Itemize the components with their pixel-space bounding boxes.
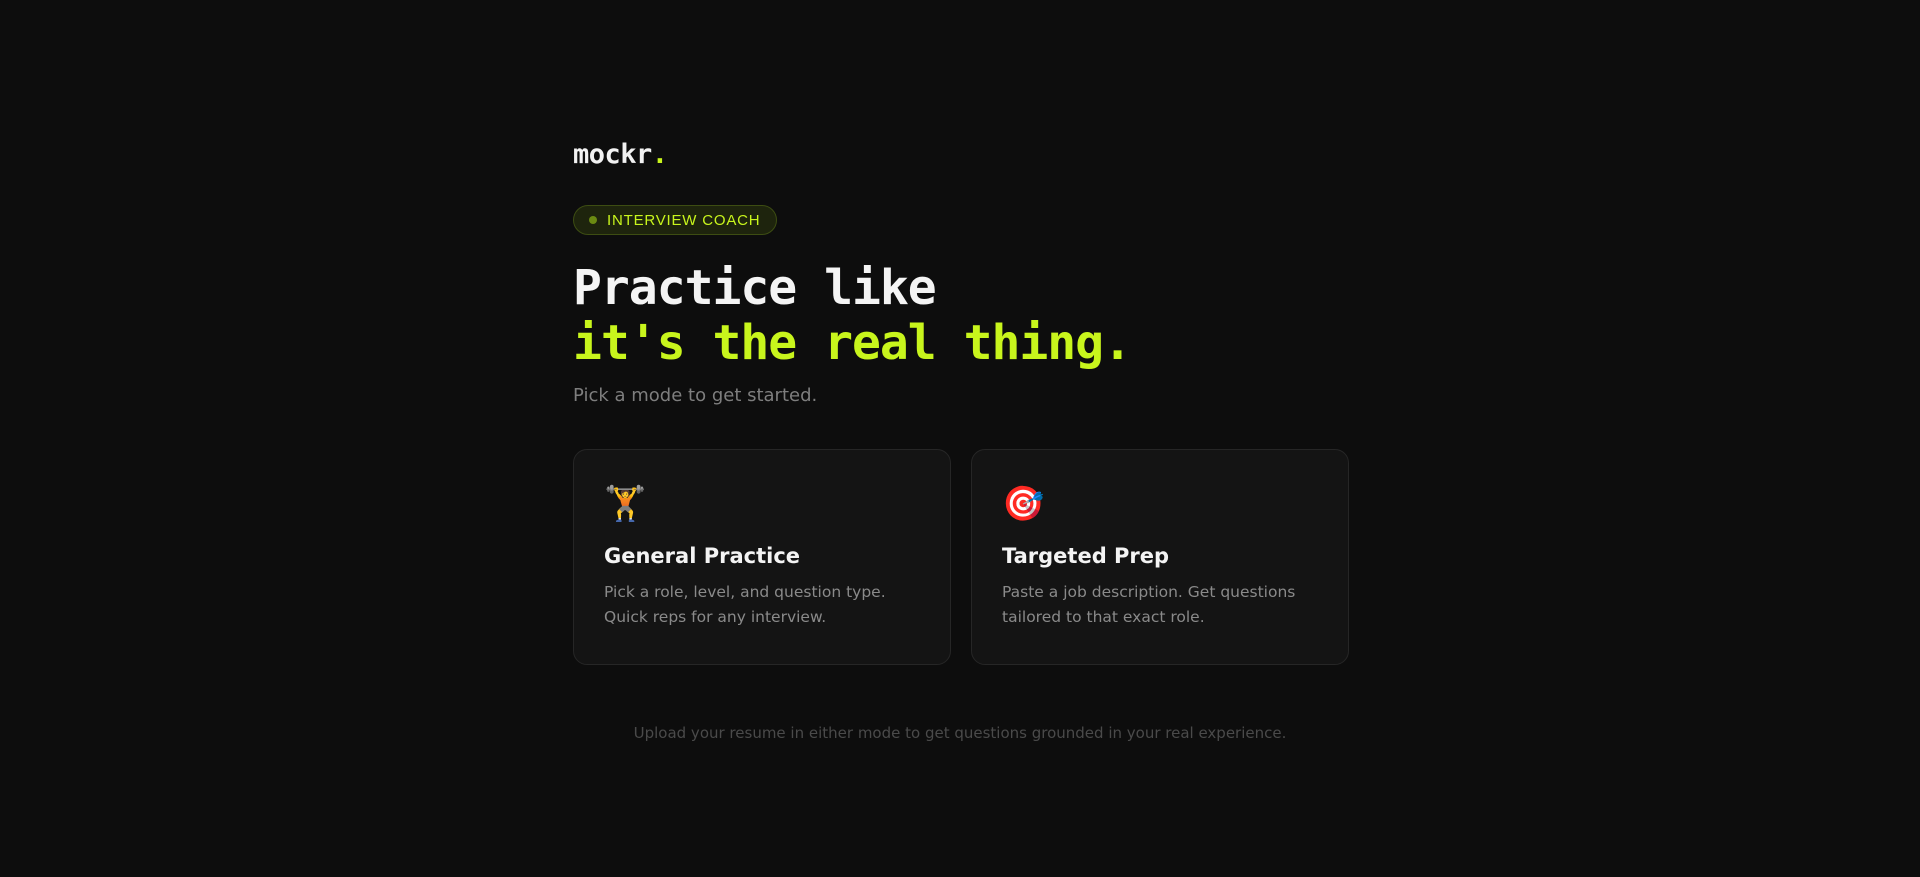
- logo-dot: .: [651, 139, 668, 170]
- card-description: Pick a role, level, and question type. Q…: [604, 583, 886, 626]
- landing-page: mockr. INTERVIEW COACH Practice like it'…: [0, 0, 1920, 877]
- weightlifter-icon: 🏋️: [604, 484, 647, 524]
- hero-line-2: it's the real thing.: [573, 315, 1132, 371]
- hero-subtitle: Pick a mode to get started.: [573, 385, 818, 406]
- general-practice-card[interactable]: 🏋️ General Practice Pick a role, level, …: [573, 449, 951, 665]
- card-description: Paste a job description. Get questions t…: [1002, 583, 1296, 626]
- hero-headline: Practice like it's the real thing.: [573, 261, 1349, 371]
- logo: mockr.: [573, 137, 1349, 173]
- status-dot-icon: [589, 216, 597, 224]
- interview-coach-badge: INTERVIEW COACH: [573, 205, 778, 235]
- card-title: General Practice: [604, 544, 801, 568]
- target-icon: 🎯: [1002, 484, 1045, 524]
- badge-label: INTERVIEW COACH: [607, 211, 761, 229]
- resume-upload-note: Upload your resume in either mode to get…: [633, 724, 1287, 742]
- main-content: mockr. INTERVIEW COACH Practice like it'…: [573, 137, 1349, 665]
- hero-line-1: Practice like: [573, 260, 937, 316]
- mode-cards: 🏋️ General Practice Pick a role, level, …: [573, 449, 1349, 665]
- card-title: Targeted Prep: [1002, 544, 1170, 568]
- targeted-prep-card[interactable]: 🎯 Targeted Prep Paste a job description.…: [971, 449, 1349, 665]
- logo-text: mockr: [573, 139, 652, 170]
